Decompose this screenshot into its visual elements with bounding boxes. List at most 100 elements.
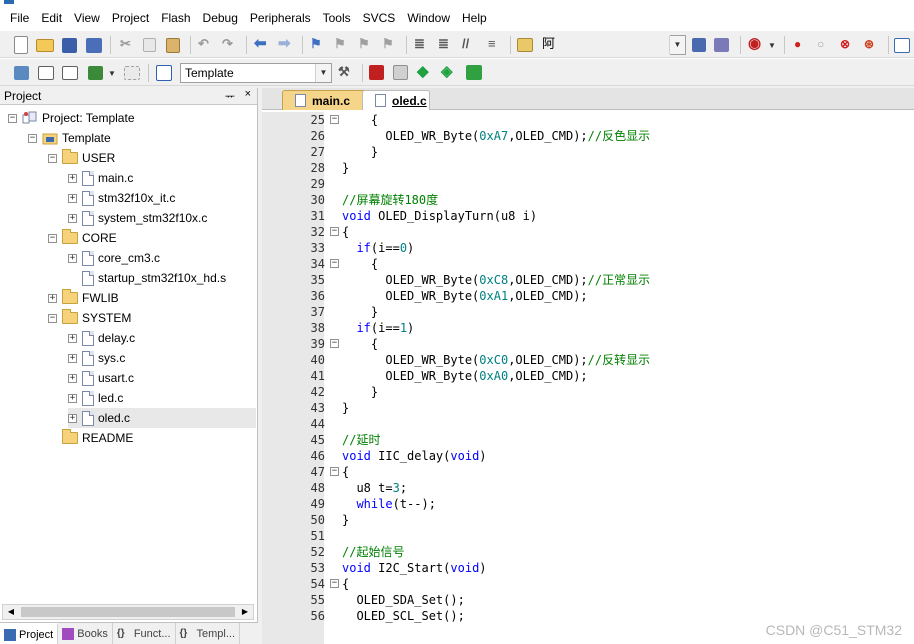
debug-session-icon[interactable]: ◉	[748, 35, 761, 53]
target-options-icon[interactable]: ⚒	[338, 63, 350, 81]
open-file-icon[interactable]	[36, 39, 54, 52]
menu-edit[interactable]: Edit	[35, 8, 68, 28]
new-file-icon[interactable]	[14, 36, 28, 54]
tree-item-main-c[interactable]: + main.c	[68, 168, 133, 188]
code-editor[interactable]: 25− {26 OLED_WR_Byte(0xA7,OLED_CMD);//反色…	[262, 112, 914, 644]
fold-collapse-icon[interactable]: −	[330, 339, 339, 348]
unindent-icon[interactable]: ≣	[438, 35, 449, 53]
target-select[interactable]: Template ▼	[180, 63, 332, 83]
debug-dropdown-icon[interactable]: ▼	[768, 37, 776, 55]
collapse-icon[interactable]: −	[48, 233, 57, 243]
clear-bookmarks-icon[interactable]: ⚑	[382, 35, 394, 53]
menu-file[interactable]: File	[4, 8, 35, 28]
fold-collapse-icon[interactable]: −	[330, 579, 339, 588]
tree-item-delay-c[interactable]: + delay.c	[68, 328, 135, 348]
menu-debug[interactable]: Debug	[197, 8, 244, 28]
fold-collapse-icon[interactable]: −	[330, 467, 339, 476]
rebuild-icon[interactable]	[62, 66, 78, 80]
window-layout-icon[interactable]	[894, 38, 910, 53]
menu-peripherals[interactable]: Peripherals	[244, 8, 317, 28]
expand-icon[interactable]: +	[68, 413, 77, 423]
redo-icon[interactable]: ↷	[222, 35, 233, 53]
expand-icon[interactable]: +	[68, 253, 77, 263]
menu-tools[interactable]: Tools	[317, 8, 357, 28]
menu-svcs[interactable]: SVCS	[357, 8, 402, 28]
save-icon[interactable]	[62, 38, 77, 53]
scroll-right-icon[interactable]: ▶	[237, 605, 253, 619]
tree-item-core[interactable]: − CORE	[48, 228, 117, 248]
tree-item-core-cm3-c[interactable]: + core_cm3.c	[68, 248, 160, 268]
tree-item-readme[interactable]: README	[48, 428, 133, 448]
find-combo[interactable]: ▼	[669, 35, 686, 55]
disable-all-breakpoints-icon[interactable]: ⊗	[840, 35, 850, 53]
close-icon[interactable]: ×	[245, 88, 251, 100]
pin-icon[interactable]: ᅲ	[225, 88, 235, 104]
tab-funct[interactable]: {} Funct...	[113, 623, 176, 644]
undo-icon[interactable]: ↶	[198, 35, 209, 53]
manage-project-items-icon[interactable]	[369, 65, 384, 80]
expand-icon[interactable]: +	[68, 333, 77, 343]
copy-icon[interactable]	[143, 38, 156, 52]
tree-item-led-c[interactable]: + led.c	[68, 388, 123, 408]
load-icon[interactable]	[156, 65, 172, 81]
fold-collapse-icon[interactable]: −	[330, 227, 339, 236]
bookmark-icon[interactable]: ⚑	[310, 35, 322, 53]
comment-icon[interactable]: //	[462, 35, 469, 53]
tab-oled-c[interactable]: oled.c	[362, 90, 430, 110]
collapse-icon[interactable]: −	[48, 313, 57, 323]
fold-collapse-icon[interactable]: −	[330, 115, 339, 124]
tab-main-c[interactable]: main.c	[282, 90, 374, 110]
run-time-env-icon[interactable]	[466, 65, 482, 80]
tree-item-system-stm32f10x-c[interactable]: + system_stm32f10x.c	[68, 208, 207, 228]
manage-packs-icon[interactable]: ◆	[417, 63, 429, 81]
tree-item-system[interactable]: − SYSTEM	[48, 308, 131, 328]
cut-icon[interactable]: ✂	[120, 35, 131, 53]
batch-build-icon[interactable]	[88, 66, 103, 80]
save-all-icon[interactable]	[86, 38, 102, 53]
menu-help[interactable]: Help	[456, 8, 493, 28]
tree-item-fwlib[interactable]: + FWLIB	[48, 288, 119, 308]
text-glyph[interactable]: 阿	[542, 35, 555, 53]
fold-collapse-icon[interactable]: −	[330, 259, 339, 268]
collapse-icon[interactable]: −	[28, 133, 37, 143]
navigate-back-icon[interactable]: ⬅	[254, 35, 267, 53]
incremental-find-icon[interactable]	[692, 38, 706, 52]
expand-icon[interactable]: +	[48, 293, 57, 303]
tree-item-project-template[interactable]: − Project: Template	[8, 108, 135, 128]
expand-icon[interactable]: +	[68, 213, 77, 223]
expand-icon[interactable]: +	[68, 173, 77, 183]
tab-templ[interactable]: {} Templ...	[176, 623, 241, 644]
stop-build-icon[interactable]	[124, 66, 140, 80]
expand-icon[interactable]: +	[68, 373, 77, 383]
tree-item-user[interactable]: − USER	[48, 148, 115, 168]
browse-icon[interactable]	[714, 38, 729, 52]
file-extensions-icon[interactable]	[393, 65, 408, 80]
next-bookmark-icon[interactable]: ⚑	[358, 35, 370, 53]
select-packs-icon[interactable]: ◈	[441, 63, 453, 81]
menu-project[interactable]: Project	[106, 8, 155, 28]
breakpoint-disable-icon[interactable]: ○	[817, 35, 824, 53]
tree-item-usart-c[interactable]: + usart.c	[68, 368, 134, 388]
horizontal-scrollbar[interactable]: ◀ ▶	[2, 604, 254, 620]
find-in-files-icon[interactable]	[517, 38, 533, 52]
collapse-icon[interactable]: −	[48, 153, 57, 163]
scroll-thumb[interactable]	[21, 607, 235, 617]
tree-item-sys-c[interactable]: + sys.c	[68, 348, 125, 368]
paste-icon[interactable]	[166, 38, 180, 53]
menu-view[interactable]: View	[68, 8, 106, 28]
menu-flash[interactable]: Flash	[155, 8, 196, 28]
build-icon[interactable]	[38, 66, 54, 80]
prev-bookmark-icon[interactable]: ⚑	[334, 35, 346, 53]
scroll-left-icon[interactable]: ◀	[3, 605, 19, 619]
collapse-icon[interactable]: −	[8, 113, 17, 123]
tab-project[interactable]: Project	[0, 623, 59, 644]
expand-icon[interactable]: +	[68, 353, 77, 363]
menu-window[interactable]: Window	[401, 8, 456, 28]
translate-icon[interactable]	[14, 66, 29, 80]
tree-item-startup-stm32f10x-hd-s[interactable]: startup_stm32f10x_hd.s	[68, 268, 226, 288]
tree-item-stm32f10x-it-c[interactable]: + stm32f10x_it.c	[68, 188, 175, 208]
expand-icon[interactable]: +	[68, 393, 77, 403]
uncomment-icon[interactable]: ≡	[488, 35, 496, 53]
tree-item-template[interactable]: − Template	[28, 128, 111, 148]
kill-all-breakpoints-icon[interactable]: ⊛	[864, 35, 874, 53]
